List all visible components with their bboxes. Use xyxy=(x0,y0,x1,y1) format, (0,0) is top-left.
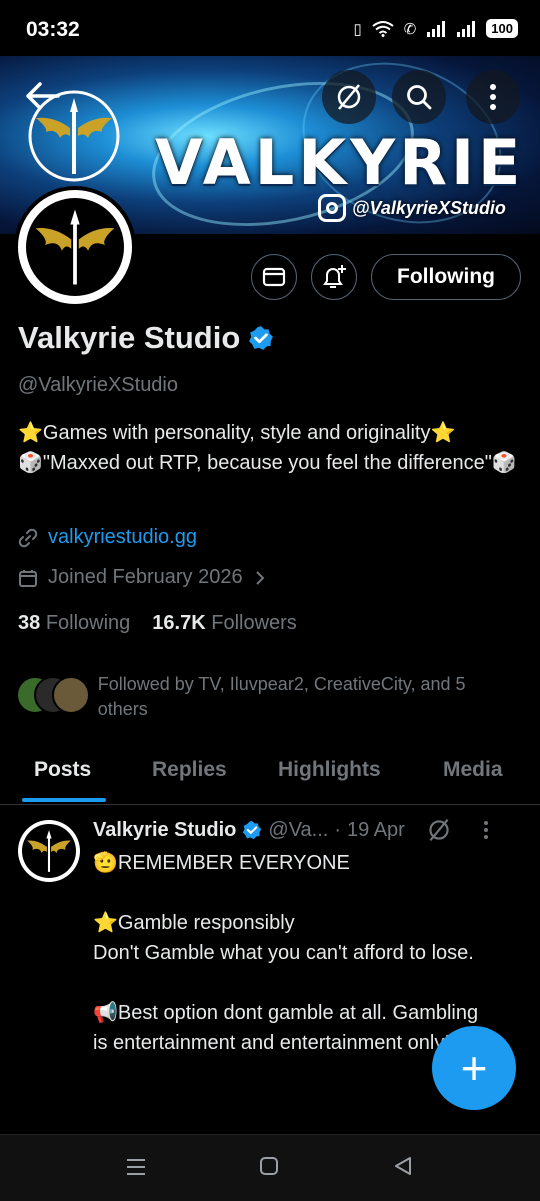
banner-instagram-handle: @ValkyrieXStudio xyxy=(352,197,506,218)
profile-bio: ⭐Games with personality, style and origi… xyxy=(18,422,517,474)
tab-media[interactable]: Media xyxy=(443,758,503,782)
back-arrow-icon xyxy=(26,82,60,110)
followers-count-link[interactable]: 16.7K Followers xyxy=(152,612,297,635)
status-bar: 03:32 ▯ ✆ 100 xyxy=(0,0,540,56)
post-text: 🫡REMEMBER EVERYONE ⭐Gamble responsibly D… xyxy=(93,852,479,1054)
profile-tabs: Posts Replies Highlights Media xyxy=(0,748,540,805)
banner-instagram: @ValkyrieXStudio xyxy=(318,194,506,222)
call-icon: ✆ xyxy=(403,20,417,38)
followers-count: 16.7K xyxy=(152,612,206,634)
tab-posts[interactable]: Posts xyxy=(34,758,91,782)
profile-handle: @ValkyrieXStudio xyxy=(18,374,178,396)
post-separator: · xyxy=(334,818,342,841)
following-label: Following xyxy=(45,612,131,634)
post-author-name[interactable]: Valkyrie Studio xyxy=(93,819,236,842)
profile-avatar[interactable] xyxy=(14,186,136,308)
system-nav-bar xyxy=(0,1134,540,1201)
compose-fab[interactable]: + xyxy=(432,1026,516,1110)
follower-avatars xyxy=(16,672,90,714)
following-button[interactable]: Following xyxy=(371,254,521,300)
profile-website-row: valkyriestudio.gg xyxy=(18,526,197,549)
profile-name: Valkyrie Studio xyxy=(18,320,241,355)
profile-joined-date: Joined February 2026 xyxy=(48,566,243,588)
chevron-right-icon xyxy=(255,570,264,585)
verified-badge-icon xyxy=(249,326,274,350)
message-button[interactable] xyxy=(251,254,297,300)
post-author-handle: @Va... xyxy=(268,818,329,841)
post-more-icon[interactable] xyxy=(483,820,489,840)
search-icon xyxy=(407,85,432,110)
back-button[interactable] xyxy=(24,80,68,116)
grok-icon xyxy=(337,84,361,110)
followed-by-row[interactable]: Followed by TV, Iluvpear2, CreativeCity,… xyxy=(16,672,516,722)
tab-highlights[interactable]: Highlights xyxy=(278,758,381,782)
followers-label: Followers xyxy=(211,612,297,634)
tab-replies[interactable]: Replies xyxy=(152,758,227,782)
wifi-icon xyxy=(372,20,394,37)
signal-icon-2 xyxy=(457,20,476,37)
profile-name-row: Valkyrie Studio xyxy=(18,320,274,356)
plus-icon: + xyxy=(460,1042,488,1094)
profile-joined-row[interactable]: Joined February 2026 xyxy=(18,566,267,589)
status-icons: ▯ ✆ 100 xyxy=(353,19,518,38)
following-count-link[interactable]: 38 Following xyxy=(18,612,130,635)
back-triangle-icon[interactable] xyxy=(392,1155,414,1177)
follower-avatar-3 xyxy=(52,676,90,714)
more-vertical-icon xyxy=(490,84,496,110)
profile-website-link[interactable]: valkyriestudio.gg xyxy=(48,526,197,549)
post-grok-icon[interactable] xyxy=(427,818,451,842)
avatar-inner xyxy=(26,198,124,296)
post-avatar-inner xyxy=(22,824,76,878)
more-options-button[interactable] xyxy=(466,70,520,124)
valkyrie-post-logo-icon xyxy=(27,830,71,872)
post-date: 19 Apr xyxy=(347,818,405,841)
post-verified-badge-icon xyxy=(243,820,262,840)
following-count: 38 xyxy=(18,612,41,634)
search-button[interactable] xyxy=(392,70,446,124)
profile-counts: 38 Following 16.7K Followers xyxy=(18,612,297,635)
battery-indicator: 100 xyxy=(486,19,518,38)
recents-icon[interactable] xyxy=(124,1155,148,1179)
post-header: Valkyrie Studio @Va... · 19 Apr xyxy=(93,818,518,842)
valkyrie-avatar-logo-icon xyxy=(35,209,115,285)
status-time: 03:32 xyxy=(26,18,80,41)
instagram-icon xyxy=(318,194,346,222)
bell-plus-icon xyxy=(323,265,346,288)
envelope-icon xyxy=(262,267,286,287)
signal-icon xyxy=(427,20,446,37)
home-icon[interactable] xyxy=(258,1155,280,1177)
link-icon xyxy=(18,528,38,547)
active-tab-indicator xyxy=(22,798,106,802)
vibrate-icon: ▯ xyxy=(353,20,362,38)
followed-by-text: Followed by TV, Iluvpear2, CreativeCity,… xyxy=(97,674,466,719)
post-author-avatar[interactable] xyxy=(18,820,80,882)
notify-button[interactable] xyxy=(311,254,357,300)
calendar-icon xyxy=(19,569,37,587)
grok-button[interactable] xyxy=(322,70,376,124)
banner-wordmark: VALKYRIE xyxy=(155,126,525,199)
